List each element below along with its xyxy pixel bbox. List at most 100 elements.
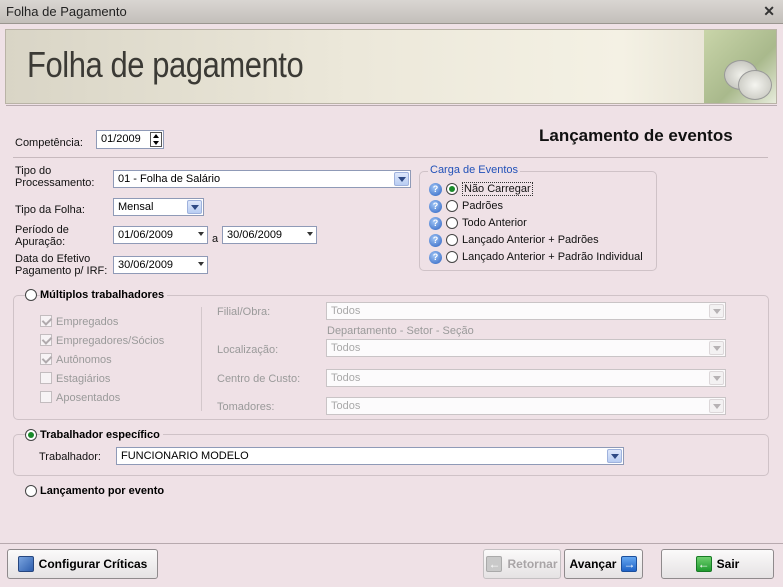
competencia-field[interactable]: 01/2009 xyxy=(96,130,164,149)
tomadores-value: Todos xyxy=(331,400,361,412)
departamento-caption: Departamento - Setor - Seção xyxy=(327,325,474,337)
tipo-processamento-label-1: Tipo do xyxy=(15,165,52,177)
carga-option-label[interactable]: Lançado Anterior + Padrões xyxy=(462,234,599,246)
divider xyxy=(13,157,768,158)
competencia-value: 01/2009 xyxy=(101,133,141,145)
coin-icon xyxy=(738,70,772,100)
carga-option-label[interactable]: Lançado Anterior + Padrão Individual xyxy=(462,251,643,263)
calendar-dropdown-icon[interactable] xyxy=(307,232,313,236)
retornar-label: Retornar xyxy=(507,557,558,571)
help-icon[interactable]: ? xyxy=(429,234,442,247)
tipo-processamento-value: 01 - Folha de Salário xyxy=(118,173,221,185)
worker-type-label: Estagiários xyxy=(56,373,111,385)
carga-option-label[interactable]: Não Carregar xyxy=(462,182,533,196)
avancar-button[interactable]: Avançar → xyxy=(564,549,643,579)
help-icon[interactable]: ? xyxy=(429,183,442,196)
data-pagamento-label-1: Data do Efetivo xyxy=(15,253,91,265)
carga-option-radio[interactable] xyxy=(446,217,458,229)
por-evento-label[interactable]: Lançamento por evento xyxy=(40,485,164,497)
data-pagamento-field[interactable]: 30/06/2009 xyxy=(113,256,208,274)
calendar-dropdown-icon[interactable] xyxy=(198,262,204,266)
window-title: Folha de Pagamento xyxy=(6,4,127,19)
especifico-label[interactable]: Trabalhador específico xyxy=(40,429,163,441)
retornar-button[interactable]: ← Retornar xyxy=(483,549,561,579)
carga-option-label[interactable]: Todo Anterior xyxy=(462,217,527,229)
carga-option-radio[interactable] xyxy=(446,234,458,246)
arrow-right-icon: → xyxy=(621,556,638,572)
sair-button[interactable]: ← Sair xyxy=(661,549,774,579)
periodo-separator: a xyxy=(212,233,219,245)
worker-type-label: Empregados xyxy=(56,316,119,328)
competencia-label: Competência: xyxy=(15,137,83,149)
chevron-down-icon[interactable] xyxy=(709,304,724,318)
periodo-fim-field[interactable]: 30/06/2009 xyxy=(222,226,317,244)
chevron-down-icon[interactable] xyxy=(187,200,202,214)
carga-option-radio[interactable] xyxy=(446,251,458,263)
tipo-folha-select[interactable]: Mensal xyxy=(113,198,204,216)
exit-arrow-icon: ← xyxy=(695,556,712,572)
filial-select[interactable]: Todos xyxy=(326,302,726,320)
window-titlebar: Folha de Pagamento ✕ xyxy=(0,0,783,24)
help-icon[interactable]: ? xyxy=(429,251,442,264)
configurar-criticas-label: Configurar Críticas xyxy=(38,557,148,571)
arrow-left-icon: ← xyxy=(486,556,503,572)
tomadores-label: Tomadores: xyxy=(217,401,275,413)
especifico-radio[interactable] xyxy=(25,429,37,441)
multiplos-label[interactable]: Múltiplos trabalhadores xyxy=(40,289,168,301)
divider xyxy=(0,543,783,544)
localizacao-label: Localização: xyxy=(217,344,279,356)
calendar-dropdown-icon[interactable] xyxy=(198,232,204,236)
por-evento-radio[interactable] xyxy=(25,485,37,497)
localizacao-select[interactable]: Todos xyxy=(326,339,726,357)
money-coins-icon xyxy=(704,30,776,103)
divider xyxy=(6,105,777,106)
periodo-label-2: Apuração: xyxy=(15,236,66,248)
help-icon[interactable]: ? xyxy=(429,217,442,230)
worker-type-checkbox[interactable] xyxy=(40,353,52,365)
carga-eventos-title: Carga de Eventos xyxy=(428,164,521,176)
chevron-down-icon[interactable] xyxy=(709,371,724,385)
filial-value: Todos xyxy=(331,305,361,317)
chevron-down-icon[interactable] xyxy=(394,172,409,186)
centro-custo-value: Todos xyxy=(331,372,361,384)
data-pagamento-label-2: Pagamento p/ IRF: xyxy=(15,265,108,277)
worker-type-label: Aposentados xyxy=(56,392,121,404)
trabalhador-value: FUNCIONARIO MODELO xyxy=(121,450,249,462)
multiplos-radio[interactable] xyxy=(25,289,37,301)
avancar-label: Avançar xyxy=(569,557,617,571)
chevron-down-icon[interactable] xyxy=(607,449,622,463)
spin-arrows-icon[interactable] xyxy=(150,132,162,147)
sair-label: Sair xyxy=(716,557,740,571)
worker-type-label: Empregadores/Sócios xyxy=(56,335,165,347)
periodo-inicio-field[interactable]: 01/06/2009 xyxy=(113,226,208,244)
periodo-label-1: Período de xyxy=(15,224,69,236)
worker-type-checkbox[interactable] xyxy=(40,315,52,327)
periodo-inicio-value: 01/06/2009 xyxy=(118,229,174,241)
tipo-folha-label: Tipo da Folha: xyxy=(15,204,85,216)
close-icon[interactable]: ✕ xyxy=(763,3,775,20)
tomadores-select[interactable]: Todos xyxy=(326,397,726,415)
divider xyxy=(201,307,202,411)
data-pagamento-value: 30/06/2009 xyxy=(118,259,174,271)
worker-type-checkbox[interactable] xyxy=(40,334,52,346)
periodo-fim-value: 30/06/2009 xyxy=(227,229,283,241)
configurar-criticas-button[interactable]: Configurar Críticas xyxy=(7,549,158,579)
centro-custo-label: Centro de Custo: xyxy=(217,373,301,385)
help-icon[interactable]: ? xyxy=(429,200,442,213)
centro-custo-select[interactable]: Todos xyxy=(326,369,726,387)
carga-option-radio[interactable] xyxy=(446,183,458,195)
worker-type-checkbox[interactable] xyxy=(40,372,52,384)
edit-document-icon xyxy=(17,556,34,572)
trabalhador-select[interactable]: FUNCIONARIO MODELO xyxy=(116,447,624,465)
localizacao-value: Todos xyxy=(331,342,361,354)
carga-option-radio[interactable] xyxy=(446,200,458,212)
tipo-folha-value: Mensal xyxy=(118,201,154,213)
carga-option-label[interactable]: Padrões xyxy=(462,200,503,212)
banner-title: Folha de pagamento xyxy=(27,44,304,85)
worker-type-label: Autônomos xyxy=(56,354,112,366)
chevron-down-icon[interactable] xyxy=(709,399,724,413)
tipo-processamento-select[interactable]: 01 - Folha de Salário xyxy=(113,170,411,188)
trabalhador-label: Trabalhador: xyxy=(39,451,101,463)
worker-type-checkbox[interactable] xyxy=(40,391,52,403)
chevron-down-icon[interactable] xyxy=(709,341,724,355)
